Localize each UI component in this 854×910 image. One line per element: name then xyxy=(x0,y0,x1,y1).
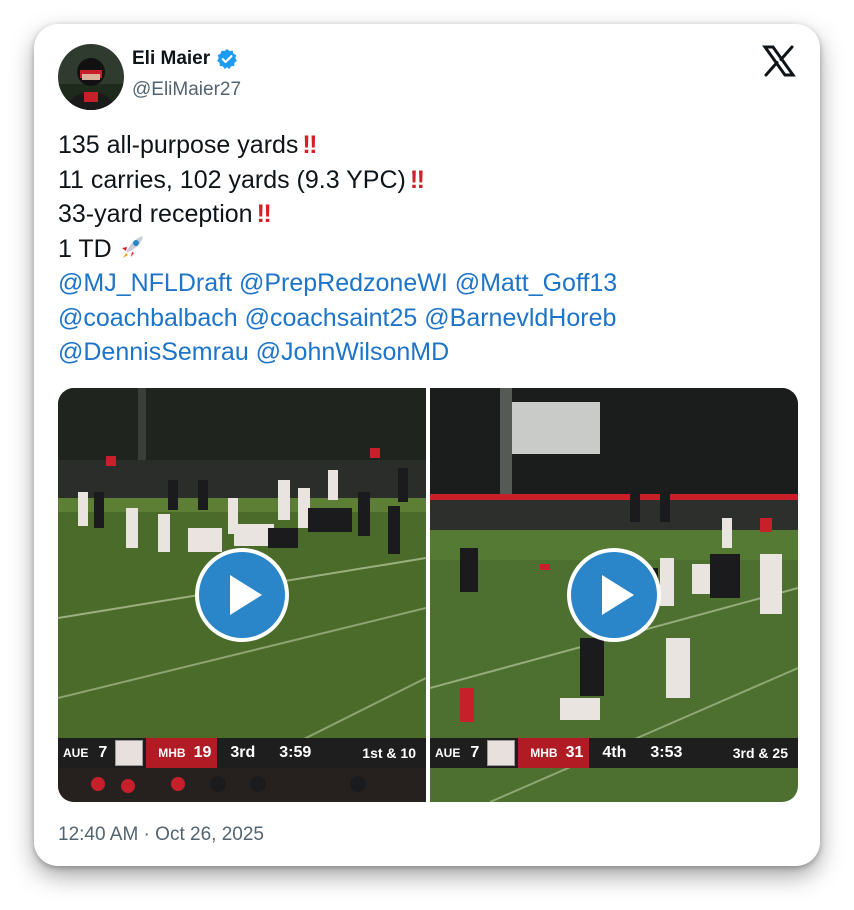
tweet-line-text: 11 carries, 102 yards (9.3 YPC) xyxy=(58,165,406,194)
double-exclamation-icon: ‼ xyxy=(302,131,317,159)
video-thumbnail-2[interactable]: AUE 7 MHB 31 4th 3:53 3rd & 25 xyxy=(430,388,798,802)
home-team-block: MHB 19 xyxy=(146,738,218,768)
away-team-score: 7 xyxy=(98,744,108,761)
tweet-line-text: 33-yard reception xyxy=(58,200,253,228)
team-logo-icon xyxy=(487,740,516,766)
play-icon[interactable] xyxy=(195,548,289,642)
mentions-line-1[interactable]: @MJ_NFLDraft @PrepRedzoneWI @Matt_Goff13 xyxy=(58,266,617,301)
tweet-line-4: 1 TD xyxy=(58,232,617,267)
quarter: 4th xyxy=(602,744,627,761)
game-clock: 3:59 xyxy=(279,744,312,761)
away-team-score: 7 xyxy=(470,744,480,761)
quarter: 3rd xyxy=(230,744,256,761)
mentions-line-2[interactable]: @coachbalbach @coachsaint25 @BarnevldHor… xyxy=(58,301,617,336)
author-name-row: Eli Maier xyxy=(132,48,238,70)
down-distance: 3rd & 25 xyxy=(732,745,788,761)
game-clock: 3:53 xyxy=(650,744,683,761)
tweet-line-text: 135 all-purpose yards xyxy=(58,131,299,159)
home-team-block: MHB 31 xyxy=(518,738,590,768)
away-team-abbr: AUE xyxy=(63,746,89,760)
scorebug: AUE 7 MHB 19 3rd 3:59 1st & 10 xyxy=(58,738,426,768)
home-team-score: 31 xyxy=(565,744,584,761)
avatar-image xyxy=(58,44,124,110)
rocket-icon xyxy=(118,233,146,261)
home-team-score: 19 xyxy=(193,744,212,761)
avatar[interactable] xyxy=(58,44,124,110)
author-handle[interactable]: @EliMaier27 xyxy=(132,79,241,101)
tweet-line-3: 33-yard reception ‼ xyxy=(58,197,617,232)
down-distance: 1st & 10 xyxy=(362,745,416,761)
tweet-card: Eli Maier @EliMaier27 135 all-purpose ya… xyxy=(34,24,820,866)
team-logo-icon xyxy=(115,740,144,766)
home-team-abbr: MHB xyxy=(158,746,186,760)
verified-badge-icon xyxy=(216,48,238,70)
away-team-abbr: AUE xyxy=(435,746,461,760)
tweet-line-text: 1 TD xyxy=(58,234,112,263)
tweet-text: 135 all-purpose yards ‼ 11 carries, 102 y… xyxy=(58,128,617,370)
double-exclamation-icon: ‼ xyxy=(409,165,425,194)
mentions-line-3[interactable]: @DennisSemrau @JohnWilsonMD xyxy=(58,335,617,370)
media-grid: AUE 7 MHB 19 3rd 3:59 1st & 10 AUE 7 MHB… xyxy=(58,388,798,802)
double-exclamation-icon: ‼ xyxy=(256,200,272,228)
tweet-line-2: 11 carries, 102 yards (9.3 YPC) ‼ xyxy=(58,163,617,198)
scorebug: AUE 7 MHB 31 4th 3:53 3rd & 25 xyxy=(430,738,798,768)
play-icon[interactable] xyxy=(567,548,661,642)
home-team-abbr: MHB xyxy=(530,746,558,760)
author-name[interactable]: Eli Maier xyxy=(132,48,210,70)
x-logo-icon[interactable] xyxy=(762,44,796,78)
tweet-timestamp[interactable]: 12:40 AM · Oct 26, 2025 xyxy=(58,824,264,846)
tweet-line-1: 135 all-purpose yards ‼ xyxy=(58,128,617,163)
video-thumbnail-1[interactable]: AUE 7 MHB 19 3rd 3:59 1st & 10 xyxy=(58,388,426,802)
